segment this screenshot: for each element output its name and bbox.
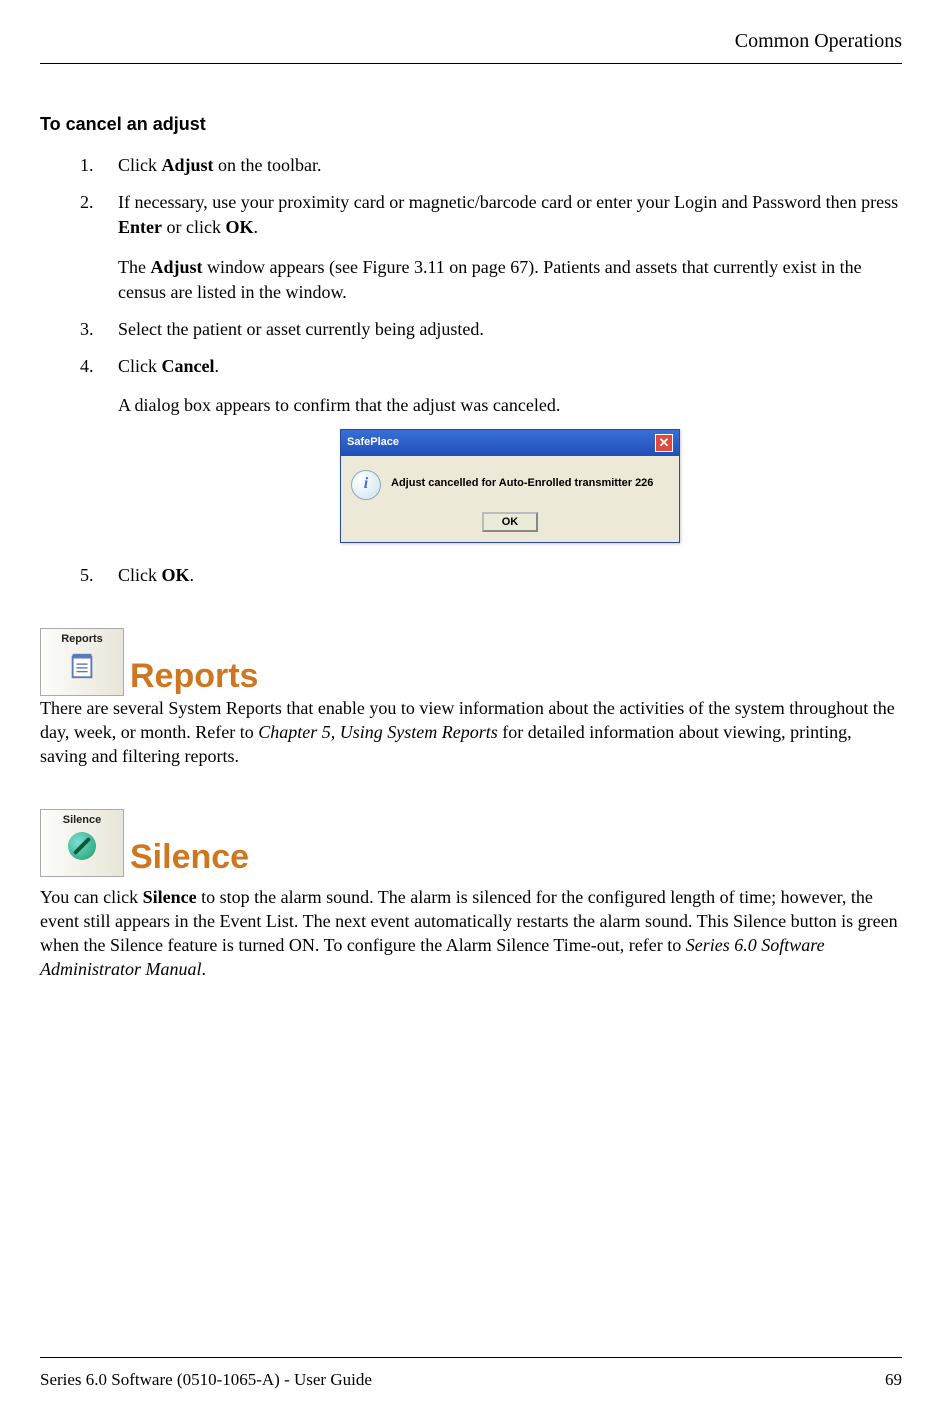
reports-toolbar-button[interactable]: Reports xyxy=(40,628,124,696)
dialog-body: i Adjust cancelled for Auto-Enrolled tra… xyxy=(341,456,679,542)
steps-list: Click Adjust on the toolbar. If necessar… xyxy=(80,153,902,588)
reports-icon xyxy=(67,651,97,684)
silence-icon xyxy=(68,832,96,860)
reports-heading: Reports xyxy=(130,657,258,696)
safeplace-dialog: SafePlace ✕ i Adjust cancelled for Auto-… xyxy=(340,429,680,543)
reports-section: Reports Reports There are several System… xyxy=(40,628,902,769)
info-icon: i xyxy=(351,470,381,500)
silence-btn-label: Silence xyxy=(63,814,102,826)
footer-page-number: 69 xyxy=(885,1370,902,1390)
silence-paragraph: You can click Silence to stop the alarm … xyxy=(40,885,902,982)
silence-toolbar-button[interactable]: Silence xyxy=(40,809,124,877)
silence-heading: Silence xyxy=(130,838,249,877)
dialog-titlebar: SafePlace ✕ xyxy=(341,430,679,456)
step-3: Select the patient or asset currently be… xyxy=(80,317,902,342)
step-4-extra: A dialog box appears to confirm that the… xyxy=(118,393,902,418)
step-2-extra: The Adjust window appears (see Figure 3.… xyxy=(118,255,902,305)
step-4: Click Cancel. A dialog box appears to co… xyxy=(80,354,902,542)
dialog-screenshot: SafePlace ✕ i Adjust cancelled for Auto-… xyxy=(118,429,902,543)
reports-paragraph: There are several System Reports that en… xyxy=(40,696,902,769)
ok-button[interactable]: OK xyxy=(482,512,539,532)
chapter-title: Common Operations xyxy=(735,30,902,52)
dialog-title: SafePlace xyxy=(347,435,399,450)
reports-btn-label: Reports xyxy=(61,633,103,645)
cancel-adjust-section: To cancel an adjust Click Adjust on the … xyxy=(40,114,902,588)
silence-section: Silence Silence You can click Silence to… xyxy=(40,809,902,982)
step-1: Click Adjust on the toolbar. xyxy=(80,153,902,178)
step-5: Click OK. xyxy=(80,563,902,588)
step-2: If necessary, use your proximity card or… xyxy=(80,190,902,305)
dialog-message: Adjust cancelled for Auto-Enrolled trans… xyxy=(391,470,653,491)
close-icon[interactable]: ✕ xyxy=(655,434,673,452)
subsection-heading: To cancel an adjust xyxy=(40,114,902,135)
footer-left: Series 6.0 Software (0510-1065-A) - User… xyxy=(40,1370,372,1390)
page-footer: Series 6.0 Software (0510-1065-A) - User… xyxy=(40,1357,902,1390)
page-header: Common Operations xyxy=(40,30,902,64)
